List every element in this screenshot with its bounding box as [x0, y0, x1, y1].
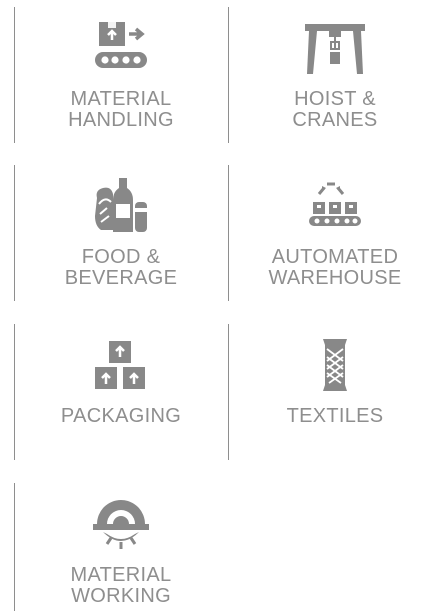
industry-label: AUTOMATED WAREHOUSE	[268, 246, 402, 289]
industry-tile-material-handling[interactable]: MATERIAL HANDLING	[14, 7, 228, 143]
gantry-crane-icon	[300, 13, 370, 83]
industry-tile-hoist-cranes[interactable]: HOIST & CRANES	[228, 7, 432, 143]
thread-spool-icon	[300, 330, 370, 400]
industry-tile-food-beverage[interactable]: FOOD & BEVERAGE	[14, 165, 228, 301]
industry-tile-material-working[interactable]: MATERIAL WORKING	[14, 483, 228, 611]
industry-label: FOOD & BEVERAGE	[64, 246, 178, 289]
saw-blade-icon	[86, 489, 156, 559]
food-beverage-icon	[86, 171, 156, 241]
stacked-boxes-icon	[86, 330, 156, 400]
industry-label: MATERIAL WORKING	[70, 564, 172, 607]
industry-tile-textiles[interactable]: TEXTILES	[228, 324, 432, 460]
industry-label: MATERIAL HANDLING	[68, 88, 174, 131]
industry-label: PACKAGING	[60, 405, 182, 427]
industry-label: TEXTILES	[286, 405, 384, 427]
conveyor-box-icon	[86, 13, 156, 83]
industry-tile-packaging[interactable]: PACKAGING	[14, 324, 228, 460]
industry-label: HOIST & CRANES	[292, 88, 378, 131]
industry-grid: MATERIAL HANDLING HOIST & CRANES FOOD & …	[0, 0, 432, 611]
industry-tile-automated-warehouse[interactable]: AUTOMATED WAREHOUSE	[228, 165, 432, 301]
automated-warehouse-icon	[300, 171, 370, 241]
